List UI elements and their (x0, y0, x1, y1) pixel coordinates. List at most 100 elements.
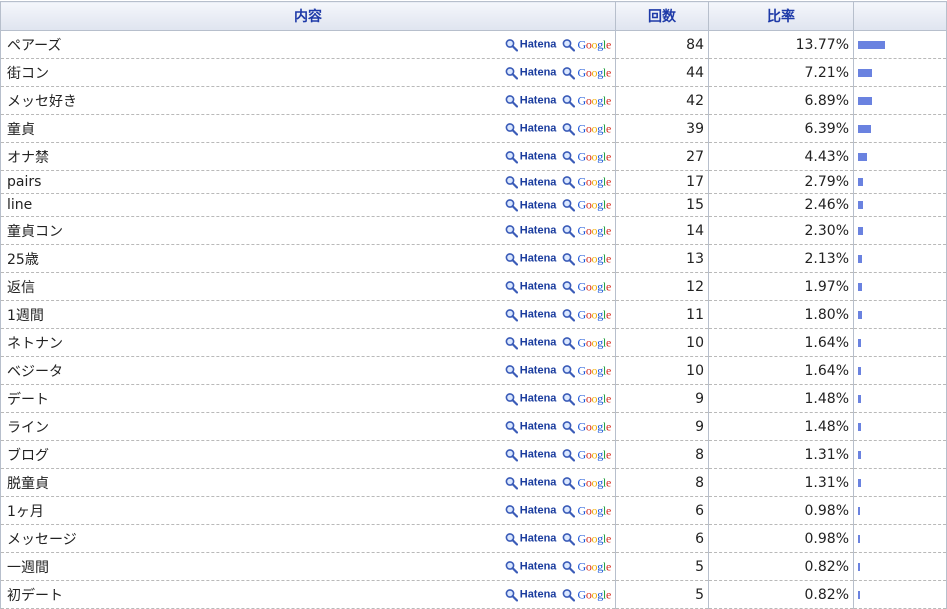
hatena-search-link[interactable]: Hatena (520, 561, 557, 573)
count-cell: 12 (615, 272, 709, 301)
search-links: Hatena Google (505, 93, 611, 108)
google-search-link[interactable]: Google (577, 559, 611, 574)
hatena-search-link[interactable]: Hatena (520, 67, 557, 79)
ratio-bar (858, 282, 862, 291)
google-search-link[interactable]: Google (577, 37, 611, 52)
header-count: 回数 (615, 1, 709, 31)
hatena-search-link[interactable]: Hatena (520, 95, 557, 107)
google-search-link[interactable]: Google (577, 175, 611, 190)
hatena-search-link[interactable]: Hatena (520, 477, 557, 489)
ratio-cell: 13.77% (708, 30, 854, 59)
search-links: Hatena Google (505, 307, 611, 322)
hatena-search-link[interactable]: Hatena (520, 337, 557, 349)
magnifier-icon (505, 224, 518, 237)
google-search-link[interactable]: Google (577, 391, 611, 406)
table-row: 童貞 Hatena Google 39 6.39% (0, 114, 947, 143)
hatena-search-link[interactable]: Hatena (520, 365, 557, 377)
search-links: Hatena Google (505, 223, 611, 238)
google-search-link[interactable]: Google (577, 587, 611, 602)
content-cell: 一週間 Hatena Google (0, 552, 616, 581)
table-row: 初デート Hatena Google 5 0.82% (0, 580, 947, 609)
ratio-bar (858, 226, 863, 235)
bar-cell (853, 440, 947, 469)
keyword-ranking-table: 内容 回数 比率 ペアーズ Hatena Google 84 13.77% 街コ… (0, 1, 947, 609)
magnifier-icon (505, 392, 518, 405)
content-cell: ペアーズ Hatena Google (0, 30, 616, 59)
google-search-link[interactable]: Google (577, 251, 611, 266)
hatena-search-link[interactable]: Hatena (520, 253, 557, 265)
google-search-link[interactable]: Google (577, 121, 611, 136)
keyword-label: 1週間 (7, 307, 44, 324)
google-search-link[interactable]: Google (577, 279, 611, 294)
content-cell: ブログ Hatena Google (0, 440, 616, 469)
ratio-bar (858, 178, 863, 186)
ratio-bar (858, 40, 885, 49)
search-links: Hatena Google (505, 503, 611, 518)
ratio-bar (858, 152, 867, 161)
magnifier-icon (505, 66, 518, 79)
content-cell: pairs Hatena Google (0, 170, 616, 194)
google-search-link[interactable]: Google (577, 475, 611, 490)
content-cell: オナ禁 Hatena Google (0, 142, 616, 171)
content-cell: line Hatena Google (0, 193, 616, 217)
table-row: ライン Hatena Google 9 1.48% (0, 412, 947, 441)
google-search-link[interactable]: Google (577, 447, 611, 462)
ratio-bar (858, 254, 862, 263)
content-cell: 1週間 Hatena Google (0, 300, 616, 329)
ratio-cell: 1.64% (708, 356, 854, 385)
hatena-search-link[interactable]: Hatena (520, 176, 557, 188)
keyword-label: 返信 (7, 279, 35, 296)
hatena-search-link[interactable]: Hatena (520, 225, 557, 237)
hatena-search-link[interactable]: Hatena (520, 281, 557, 293)
magnifier-icon (563, 532, 576, 545)
count-cell: 44 (615, 58, 709, 87)
table-row: 25歳 Hatena Google 13 2.13% (0, 244, 947, 273)
google-search-link[interactable]: Google (577, 503, 611, 518)
content-cell: ネトナン Hatena Google (0, 328, 616, 357)
magnifier-icon (563, 588, 576, 601)
google-search-link[interactable]: Google (577, 419, 611, 434)
content-cell: ベジータ Hatena Google (0, 356, 616, 385)
google-search-link[interactable]: Google (577, 65, 611, 80)
google-search-link[interactable]: Google (577, 149, 611, 164)
hatena-search-link[interactable]: Hatena (520, 589, 557, 601)
hatena-search-link[interactable]: Hatena (520, 449, 557, 461)
google-search-link[interactable]: Google (577, 223, 611, 238)
table-row: 脱童貞 Hatena Google 8 1.31% (0, 468, 947, 497)
google-search-link[interactable]: Google (577, 335, 611, 350)
ratio-bar (858, 534, 860, 543)
ratio-bar (858, 394, 861, 403)
table-row: 一週間 Hatena Google 5 0.82% (0, 552, 947, 581)
hatena-search-link[interactable]: Hatena (520, 533, 557, 545)
count-cell: 8 (615, 468, 709, 497)
keyword-label: 1ヶ月 (7, 503, 44, 520)
keyword-label: オナ禁 (7, 149, 49, 166)
magnifier-icon (563, 122, 576, 135)
hatena-search-link[interactable]: Hatena (520, 309, 557, 321)
hatena-search-link[interactable]: Hatena (520, 421, 557, 433)
bar-cell (853, 356, 947, 385)
ratio-cell: 1.97% (708, 272, 854, 301)
hatena-search-link[interactable]: Hatena (520, 505, 557, 517)
google-search-link[interactable]: Google (577, 93, 611, 108)
count-cell: 13 (615, 244, 709, 273)
hatena-search-link[interactable]: Hatena (520, 151, 557, 163)
hatena-search-link[interactable]: Hatena (520, 393, 557, 405)
hatena-search-link[interactable]: Hatena (520, 199, 557, 211)
content-cell: メッセ好き Hatena Google (0, 86, 616, 115)
content-cell: 初デート Hatena Google (0, 580, 616, 609)
google-search-link[interactable]: Google (577, 198, 611, 213)
ratio-bar (858, 562, 860, 571)
google-search-link[interactable]: Google (577, 531, 611, 546)
ratio-bar (858, 68, 872, 77)
magnifier-icon (563, 280, 576, 293)
content-cell: 童貞 Hatena Google (0, 114, 616, 143)
count-cell: 14 (615, 216, 709, 245)
bar-cell (853, 300, 947, 329)
hatena-search-link[interactable]: Hatena (520, 39, 557, 51)
magnifier-icon (505, 176, 518, 189)
google-search-link[interactable]: Google (577, 363, 611, 378)
hatena-search-link[interactable]: Hatena (520, 123, 557, 135)
bar-cell (853, 412, 947, 441)
google-search-link[interactable]: Google (577, 307, 611, 322)
